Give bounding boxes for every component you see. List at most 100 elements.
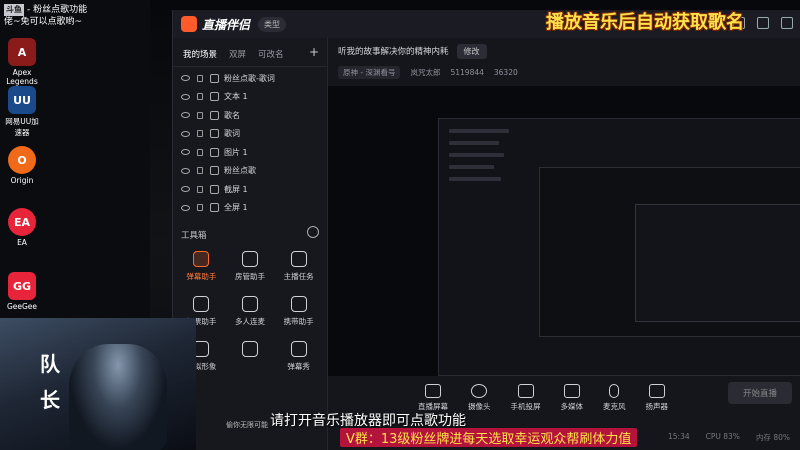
- uu-accelerator-icon: UU: [8, 86, 36, 114]
- streamer-name: 岚咒太郎: [410, 67, 441, 77]
- type-selector[interactable]: 类型: [258, 16, 287, 32]
- minimize-icon[interactable]: [781, 17, 793, 29]
- source-list: 粉丝点歌-歌词 文本 1 歌名 歌词 图片 1 粉丝点歌 截屏 1 全屏 1: [173, 67, 327, 217]
- eye-icon[interactable]: [181, 204, 190, 211]
- origin-icon: O: [8, 146, 36, 174]
- edit-title-button[interactable]: 修改: [456, 43, 487, 59]
- eye-icon[interactable]: [181, 186, 190, 193]
- desktop-icon-apex[interactable]: A Apex Legends: [4, 38, 40, 86]
- tab-renamable[interactable]: 可改名: [258, 48, 284, 60]
- source-item[interactable]: 文本 1: [173, 88, 327, 107]
- lock-icon[interactable]: [197, 93, 203, 101]
- eye-icon[interactable]: [181, 149, 190, 156]
- vote-icon: [193, 296, 210, 312]
- settings-icon[interactable]: [757, 17, 769, 29]
- desktop-icon-origin[interactable]: O Origin: [4, 146, 40, 185]
- eye-icon[interactable]: [181, 75, 190, 82]
- lock-icon[interactable]: [197, 148, 203, 156]
- memory-usage: 内存 80%: [755, 433, 790, 442]
- screenshot-icon: [210, 184, 219, 194]
- start-stream-button[interactable]: 开始直播: [728, 382, 792, 404]
- tool-label: 房管助手: [234, 272, 265, 281]
- widget-icon: [210, 110, 219, 120]
- source-item[interactable]: 粉丝点歌: [173, 162, 327, 181]
- speaker-icon: [648, 384, 665, 398]
- character-photo-overlay: 队 长: [0, 318, 196, 450]
- source-item[interactable]: 截屏 1: [173, 180, 327, 199]
- eye-icon[interactable]: [181, 130, 190, 137]
- control-camera[interactable]: 摄像头: [468, 384, 491, 412]
- control-label: 扬声器: [645, 402, 669, 411]
- status-stats: 15:34 CPU 83% 内存 80%: [668, 432, 790, 443]
- apex-icon: A: [8, 38, 36, 66]
- tool-danmaku-show[interactable]: 弹幕秀: [274, 341, 323, 372]
- toolbox-header: 工具箱: [173, 217, 327, 249]
- stage-header: 听我的故事解决你的精神内耗 修改: [328, 38, 800, 64]
- character-figure: [68, 344, 167, 450]
- desktop-icon-geegee[interactable]: GG GeeGee: [4, 272, 40, 311]
- tool-streamer-task[interactable]: 主播任务: [274, 251, 323, 282]
- stream-meta: 原神 - 深渊看号 岚咒太郎 5119844 36320: [328, 64, 800, 80]
- source-label: 粉丝点歌: [224, 166, 256, 176]
- more-icon[interactable]: [307, 226, 319, 238]
- gift-icon: [290, 296, 307, 312]
- nested-row: [449, 177, 501, 181]
- cpu-usage: CPU 83%: [705, 432, 740, 441]
- lock-icon[interactable]: [197, 185, 203, 193]
- desktop-icon-label: Origin: [10, 176, 34, 185]
- lock-icon[interactable]: [197, 111, 203, 119]
- lock-icon[interactable]: [197, 130, 203, 138]
- photo-word-1: 队: [40, 352, 60, 376]
- tool-label: 弹幕助手: [186, 272, 217, 281]
- eye-icon[interactable]: [181, 112, 190, 119]
- control-speaker[interactable]: 扬声器: [645, 384, 669, 412]
- user-icon: [241, 251, 258, 267]
- tool-blank[interactable]: [226, 341, 275, 372]
- tool-carry-helper[interactable]: 携带助手: [274, 296, 323, 327]
- source-item[interactable]: 歌名: [173, 106, 327, 125]
- source-label: 截屏 1: [224, 184, 248, 194]
- tool-label: 多人连麦: [234, 317, 265, 326]
- control-screen[interactable]: 直播屏幕: [418, 384, 448, 412]
- livestream-app-window: 直播伴侣 类型 我的场景 双屏 可改名 + 粉丝点歌-歌词 文本 1 歌名 歌词: [172, 10, 800, 450]
- song-request-text: 请打开音乐播放器即可点歌功能: [270, 413, 466, 429]
- tool-room-admin[interactable]: 房管助手: [226, 251, 275, 282]
- desktop-icon-label: GeeGee: [6, 302, 38, 311]
- widget-icon: [210, 129, 219, 139]
- tool-multi-mic[interactable]: 多人连麦: [226, 296, 275, 327]
- control-microphone[interactable]: 麦克风: [603, 384, 626, 412]
- danmaku-icon: [193, 251, 210, 267]
- app-brand-name: 直播伴侣: [202, 17, 251, 32]
- lock-icon[interactable]: [197, 167, 203, 175]
- add-scene-icon[interactable]: +: [309, 45, 319, 59]
- control-phone-cast[interactable]: 手机投屏: [511, 384, 541, 412]
- tab-my-scenes[interactable]: 我的场景: [183, 48, 217, 60]
- tab-dual-screen[interactable]: 双屏: [229, 48, 246, 60]
- music-icon: [210, 166, 219, 176]
- lock-icon[interactable]: [197, 74, 203, 82]
- eye-icon[interactable]: [181, 167, 190, 174]
- category-chip[interactable]: 原神 - 深渊看号: [338, 65, 401, 79]
- desktop-icon-ea[interactable]: EA EA: [4, 208, 40, 247]
- desktop-icon-label: EA: [17, 238, 27, 247]
- source-label: 歌词: [224, 129, 240, 139]
- desktop-icon-uu[interactable]: UU 网易UU加速器: [4, 86, 40, 138]
- source-item[interactable]: 全屏 1: [173, 199, 327, 218]
- source-item[interactable]: 图片 1: [173, 143, 327, 162]
- lock-icon[interactable]: [197, 204, 203, 212]
- source-item[interactable]: 粉丝点歌-歌词: [173, 69, 327, 88]
- tool-label: 弹幕秀: [287, 362, 310, 371]
- eye-icon[interactable]: [181, 93, 190, 100]
- control-multimedia[interactable]: 多媒体: [561, 384, 583, 412]
- control-label: 摄像头: [468, 402, 491, 411]
- source-item[interactable]: 歌词: [173, 125, 327, 144]
- source-label: 歌名: [224, 110, 240, 120]
- nested-preview-3: [635, 204, 800, 322]
- tool-danmaku-helper[interactable]: 弹幕助手: [177, 251, 226, 282]
- nested-preview: [438, 118, 800, 376]
- geegee-icon: GG: [8, 272, 36, 300]
- stream-time: 15:34: [668, 432, 690, 441]
- toolbox-grid: 弹幕助手 房管助手 主播任务 投票助手 多人连麦 携带助手 虚拟形象 弹幕秀: [173, 249, 327, 374]
- source-label: 图片 1: [224, 147, 248, 157]
- preview-canvas[interactable]: [328, 86, 800, 376]
